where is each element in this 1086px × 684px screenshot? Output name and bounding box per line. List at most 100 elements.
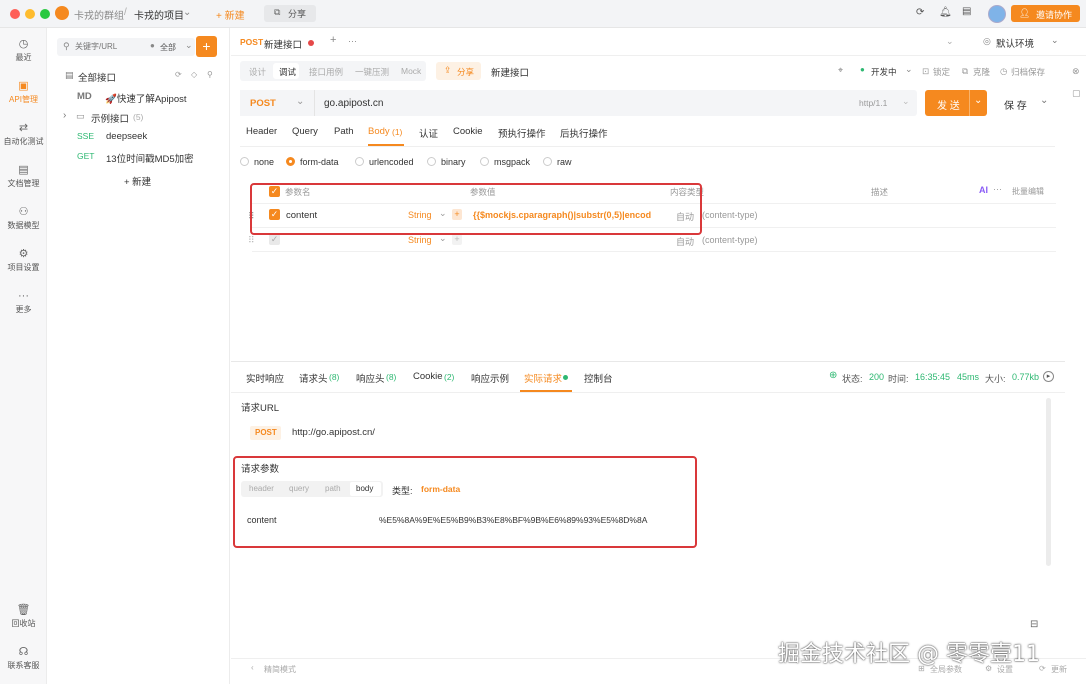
clone-button[interactable]: 克隆 xyxy=(973,66,990,78)
close-window-button[interactable] xyxy=(10,9,20,19)
sidebar-item-docs[interactable]: ▤ 文档管理 xyxy=(0,164,47,189)
radio-binary[interactable]: binary xyxy=(427,157,466,167)
message-icon[interactable]: ▤ xyxy=(962,6,971,17)
filter-select[interactable]: 全部 xyxy=(160,42,176,53)
scrollbar[interactable] xyxy=(1046,398,1051,566)
share-tab[interactable]: ⧉ 分享 xyxy=(264,5,316,22)
radio-raw[interactable]: raw xyxy=(543,157,572,167)
chevron-down-icon[interactable]: ⌄ xyxy=(902,96,910,107)
archive-button[interactable]: 归档保存 xyxy=(1011,66,1045,78)
sidebar-item-api[interactable]: ▣ API管理 xyxy=(0,80,47,105)
minimize-window-button[interactable] xyxy=(25,9,35,19)
environment-select[interactable]: 默认环境 xyxy=(996,36,1034,50)
drag-handle-icon[interactable]: ⠿ xyxy=(248,235,255,246)
new-api-button[interactable]: + 新建 xyxy=(124,174,151,188)
bell-icon[interactable]: 🔔︎ xyxy=(939,7,952,18)
wand-icon[interactable]: ⌖ xyxy=(838,65,843,76)
tab-header[interactable]: Header xyxy=(246,126,277,137)
update-button[interactable]: 更新 xyxy=(1051,664,1067,675)
refresh-icon[interactable]: ⟳ xyxy=(175,70,182,79)
tab-mock[interactable]: Mock xyxy=(401,66,421,76)
url-input[interactable] xyxy=(324,95,764,111)
maximize-window-button[interactable] xyxy=(40,9,50,19)
tab-debug[interactable]: 调试 xyxy=(279,66,296,78)
tab-actual-request[interactable]: 实际请求 xyxy=(524,371,562,385)
tab-query[interactable]: Query xyxy=(292,126,318,137)
status-select[interactable]: 开发中 xyxy=(871,66,897,78)
sync-icon[interactable]: ⟳ xyxy=(916,7,924,18)
sidebar-item-trash[interactable]: 🗑︎ 回收站 xyxy=(0,604,47,629)
sidebar-item-settings[interactable]: ⚙ 项目设置 xyxy=(0,248,47,273)
search-input[interactable] xyxy=(75,40,139,53)
tab-request-headers[interactable]: 请求头 xyxy=(299,371,328,385)
chevron-down-icon[interactable]: ⌄ xyxy=(1040,95,1048,106)
radio-none[interactable]: none xyxy=(240,157,274,167)
save-button[interactable]: 保 存 xyxy=(1004,97,1027,112)
add-variable-icon[interactable]: + xyxy=(452,234,462,245)
content-type-input[interactable]: (content-type) xyxy=(702,235,758,245)
tab-body[interactable]: Body xyxy=(368,126,390,137)
chevron-left-icon[interactable]: ‹ xyxy=(251,663,254,672)
lock-button[interactable]: 锁定 xyxy=(933,66,950,78)
tabs-more-button[interactable]: ··· xyxy=(348,36,357,46)
share-button[interactable]: ⇪ 分享 xyxy=(436,62,481,80)
tab-live-response[interactable]: 实时响应 xyxy=(246,371,284,385)
sidebar-item-more[interactable]: ··· 更多 xyxy=(0,290,47,315)
chevron-right-icon[interactable]: › xyxy=(63,110,66,121)
list-item[interactable]: deepseek xyxy=(106,131,147,142)
more-icon[interactable]: ··· xyxy=(993,184,1002,194)
layout-toggle-icon[interactable]: ⊟ xyxy=(1030,619,1038,630)
tab-cookie[interactable]: Cookie xyxy=(413,371,443,382)
list-item[interactable]: 🚀快速了解Apipost xyxy=(105,91,187,105)
radio-form-data[interactable]: form-data xyxy=(286,157,339,167)
tab-path[interactable]: Path xyxy=(334,126,354,137)
chevron-down-icon[interactable]: ⌄ xyxy=(946,36,954,47)
content-type-input[interactable]: (content-type) xyxy=(702,210,758,220)
tab-design[interactable]: 设计 xyxy=(249,66,266,78)
bulk-edit-button[interactable]: 批量编辑 xyxy=(1012,186,1044,197)
method-select[interactable]: POST ⌄ xyxy=(240,90,315,116)
search-box[interactable]: ⚲ ● 全部 ⌄ xyxy=(57,38,195,56)
team-name[interactable]: 卡戎的群组 xyxy=(74,7,124,22)
new-button[interactable]: + 新建 xyxy=(216,7,245,22)
protocol-select[interactable]: http/1.1 xyxy=(859,98,887,108)
compact-mode-toggle[interactable]: 精简模式 xyxy=(264,664,296,675)
chevron-down-icon[interactable]: ⌄ xyxy=(183,7,191,18)
all-apis-item[interactable]: 全部接口 xyxy=(78,70,116,84)
tab-pre-script[interactable]: 预执行操作 xyxy=(498,126,546,140)
sidebar-item-models[interactable]: ⚇ 数据模型 xyxy=(0,206,47,231)
avatar[interactable] xyxy=(988,5,1006,23)
list-item[interactable]: 13位时间戳MD5加密 xyxy=(106,151,194,165)
radio-urlencoded[interactable]: urlencoded xyxy=(355,157,414,167)
api-name-field[interactable]: 新建接口 xyxy=(491,65,529,79)
sidebar-item-automation[interactable]: ⇄ 自动化测试 xyxy=(0,122,47,147)
add-tab-button[interactable]: + xyxy=(330,34,336,46)
tab-post-script[interactable]: 后执行操作 xyxy=(560,126,608,140)
folder-item[interactable]: 示例接口 xyxy=(91,111,129,125)
collapse-panel-icon[interactable]: ▸ xyxy=(1043,371,1054,382)
locate-icon[interactable]: ◇ xyxy=(191,70,197,79)
chevron-down-icon[interactable]: ⌄ xyxy=(1051,35,1059,46)
side-panel-icon[interactable]: ▢ xyxy=(1072,88,1081,99)
tab-console[interactable]: 控制台 xyxy=(584,371,613,385)
invite-button[interactable]: 👤︎ 邀请协作 xyxy=(1011,5,1080,22)
sidebar-item-recent[interactable]: ◷ 最近 xyxy=(0,38,47,63)
tab-new-api[interactable]: 新建接口 xyxy=(264,37,302,51)
row-checkbox[interactable]: ✓ xyxy=(269,234,280,245)
tab-response-headers[interactable]: 响应头 xyxy=(356,371,385,385)
chevron-down-icon[interactable]: ⌄ xyxy=(974,95,982,106)
close-panel-icon[interactable]: ⊗ xyxy=(1072,66,1080,77)
sidebar-item-support[interactable]: ☊ 联系客服 xyxy=(0,646,47,671)
param-type-select[interactable]: String xyxy=(408,235,432,245)
tab-cookie[interactable]: Cookie xyxy=(453,126,483,137)
filter-icon[interactable]: ⚲ xyxy=(207,70,213,79)
tab-response-example[interactable]: 响应示例 xyxy=(471,371,509,385)
chevron-down-icon[interactable]: ⌄ xyxy=(185,40,193,51)
add-api-button[interactable]: + xyxy=(196,36,217,57)
tab-load-test[interactable]: 一键压测 xyxy=(355,66,389,78)
ai-button[interactable]: AI xyxy=(979,185,988,195)
radio-msgpack[interactable]: msgpack xyxy=(480,157,530,167)
tab-test-cases[interactable]: 接口用例 xyxy=(309,66,343,78)
send-button[interactable]: 发 送 ⌄ xyxy=(925,90,987,116)
tab-auth[interactable]: 认证 xyxy=(419,126,438,140)
